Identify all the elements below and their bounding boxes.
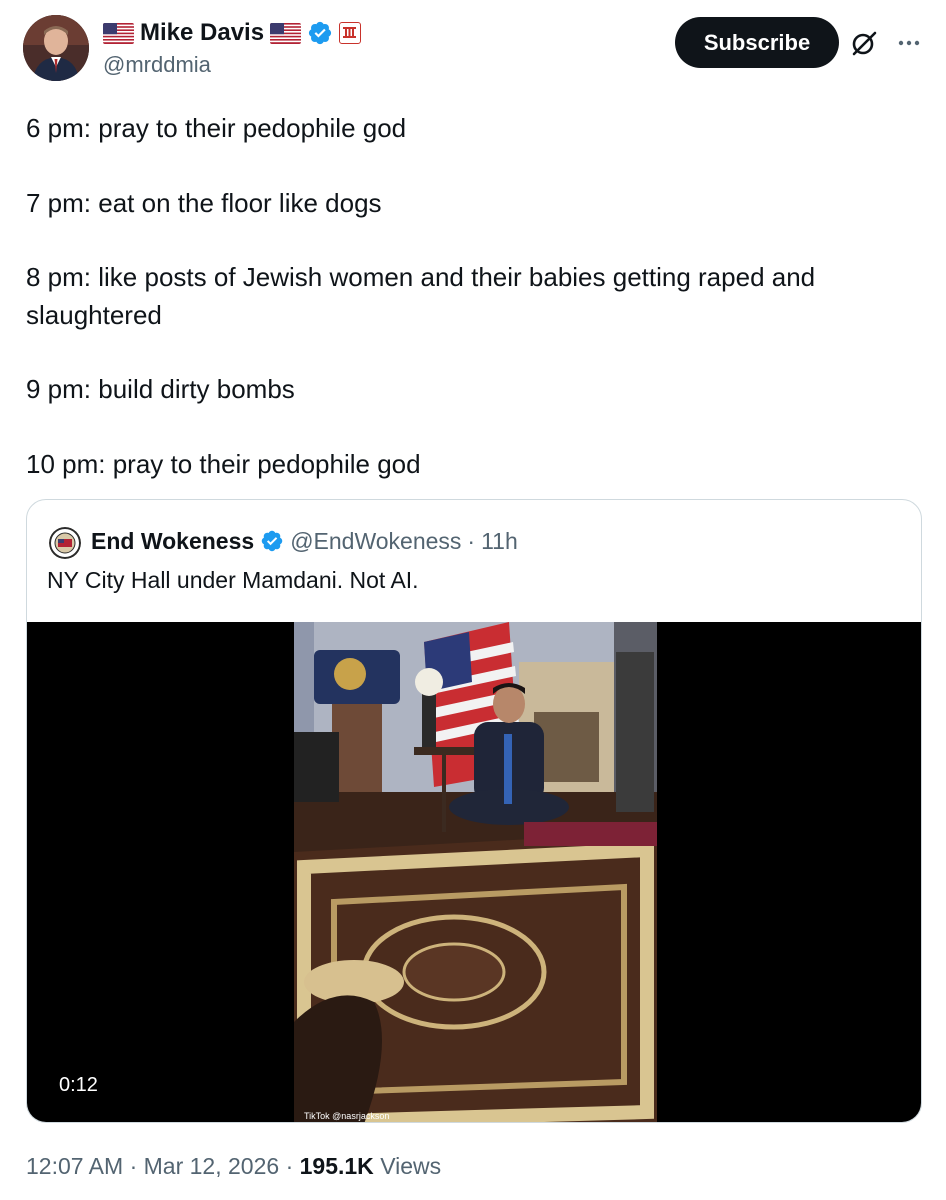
video-watermark: TikTok @nasrjackson: [304, 1111, 389, 1121]
quoted-tweet[interactable]: End Wokeness @EndWokeness · 11h NY City …: [26, 499, 922, 1123]
tweet-line: 10 pm: pray to their pedophile god: [26, 448, 421, 479]
quoted-author-avatar[interactable]: [49, 527, 81, 559]
video-frame: TikTok @nasrjackson: [294, 622, 657, 1122]
quoted-text: NY City Hall under Mamdani. Not AI.: [47, 567, 419, 593]
views-label: Views: [380, 1153, 442, 1179]
tweet-time[interactable]: 12:07 AM: [26, 1153, 123, 1179]
tweet-line: 7 pm: eat on the floor like dogs: [26, 187, 382, 218]
separator: ·: [285, 1153, 294, 1179]
author-handle[interactable]: @mrddmia: [103, 52, 211, 78]
separator: ·: [467, 527, 476, 554]
subscribe-button[interactable]: Subscribe: [675, 17, 839, 68]
views-count: 195.1K: [299, 1153, 374, 1179]
tweet-line: 9 pm: build dirty bombs: [26, 374, 295, 404]
quoted-author-name[interactable]: End Wokeness: [91, 528, 254, 555]
tweet-text: 6 pm: pray to their pedophile god 7 pm: …: [26, 110, 906, 483]
grok-icon[interactable]: [848, 27, 880, 59]
quoted-time[interactable]: 11h: [481, 528, 518, 555]
verified-badge-icon[interactable]: [307, 20, 333, 46]
tweet-date[interactable]: Mar 12, 2026: [144, 1153, 280, 1179]
video-player[interactable]: TikTok @nasrjackson 0:12: [27, 622, 921, 1122]
tweet-metadata: 12:07 AM · Mar 12, 2026 · 195.1K Views: [26, 1153, 441, 1180]
video-duration: 0:12: [47, 1066, 110, 1104]
author-name[interactable]: Mike Davis: [140, 19, 264, 47]
tweet-line: 6 pm: pray to their pedophile god: [26, 113, 407, 143]
quoted-header: End Wokeness @EndWokeness · 11h: [91, 524, 518, 558]
author-avatar[interactable]: [23, 15, 89, 81]
quoted-author-handle[interactable]: @EndWokeness: [290, 528, 461, 555]
affiliate-badge-icon[interactable]: [339, 22, 362, 44]
author-name-row: Mike Davis: [103, 18, 362, 48]
more-icon[interactable]: [893, 27, 925, 59]
tweet-line: 8 pm: like posts of Jewish women and the…: [26, 262, 816, 330]
us-flag-icon: [270, 22, 302, 44]
separator: ·: [129, 1153, 138, 1179]
us-flag-icon: [103, 22, 134, 44]
verified-badge-icon: [260, 529, 284, 553]
